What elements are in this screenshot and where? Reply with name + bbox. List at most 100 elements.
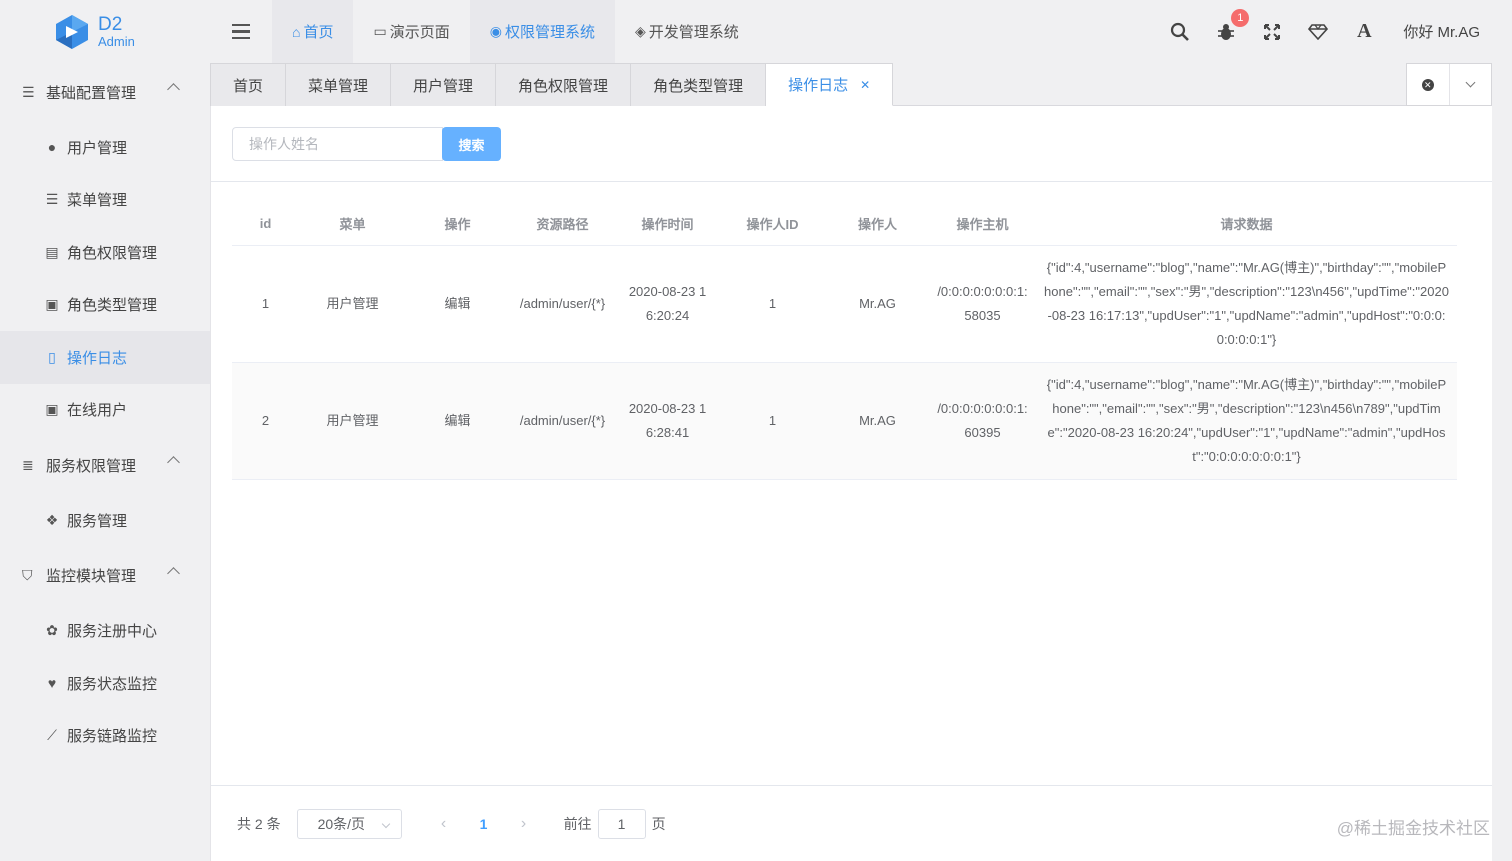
menu-toggle-icon[interactable]: [210, 0, 272, 63]
font-size-icon[interactable]: A: [1353, 20, 1375, 43]
user-icon: ●: [47, 139, 57, 156]
close-circle-icon: ✕: [1421, 78, 1434, 91]
tab-home[interactable]: 首页: [210, 63, 287, 106]
diamond-icon[interactable]: [1307, 21, 1329, 43]
table-cell: /admin/user/{*}: [509, 362, 616, 480]
table-cell: 2: [232, 362, 299, 480]
table-cell: 用户管理: [299, 245, 406, 363]
tab-menu-management[interactable]: 菜单管理: [286, 63, 392, 106]
cubes-icon: ❖: [45, 511, 59, 528]
goto-page-input[interactable]: [597, 808, 646, 839]
goto-prefix: 前往: [563, 815, 592, 832]
tab-label: 角色类型管理: [653, 77, 744, 95]
tab-user-management[interactable]: 用户管理: [391, 63, 497, 106]
table-cell: /0:0:0:0:0:0:0:1:60395: [929, 362, 1036, 480]
table-cell: Mr.AG: [826, 362, 929, 480]
sidebar-item-service-status[interactable]: ♥ 服务状态监控: [0, 657, 210, 710]
tab-label: 菜单管理: [308, 77, 369, 95]
search-bar: 搜索: [211, 106, 1492, 182]
sidebar-group-basic-config[interactable]: ☰ 基础配置管理: [0, 63, 210, 121]
tab-dropdown-button[interactable]: [1448, 64, 1492, 105]
sidebar-item-service-registry[interactable]: ✿ 服务注册中心: [0, 605, 210, 658]
file-icon: ▯: [48, 348, 56, 365]
sidebar: ☰ 基础配置管理 ● 用户管理 ☰ 菜单管理 ▤ 角色权限管理 ▣ 角色类型管理…: [0, 63, 210, 861]
table-cell: 1: [719, 362, 826, 480]
tab-role-permission[interactable]: 角色权限管理: [496, 63, 632, 106]
column-header: 请求数据: [1036, 203, 1457, 246]
tab-operation-log[interactable]: 操作日志 ✕: [766, 63, 894, 106]
top-nav: ⌂ 首页 ▭ 演示页面 ◉ 权限管理系统 ◈ 开发管理系统: [272, 0, 759, 63]
column-header: 菜单: [299, 203, 406, 246]
table-row[interactable]: 1 用户管理 编辑 /admin/user/{*} 2020-08-23 16:…: [232, 245, 1457, 363]
sidebar-group-service-permission[interactable]: ≣ 服务权限管理: [0, 436, 210, 494]
sidebar-item-service-trace[interactable]: ⟋ 服务链路监控: [0, 710, 210, 763]
page-jumper: 前往 页: [563, 808, 666, 839]
close-icon[interactable]: ✕: [860, 78, 870, 92]
tab-label: 首页: [233, 77, 264, 95]
sidebar-item-role-type[interactable]: ▣ 角色类型管理: [0, 279, 210, 332]
shield-icon: ⛉: [22, 567, 33, 583]
table-row[interactable]: 2 用户管理 编辑 /admin/user/{*} 2020-08-23 16:…: [232, 362, 1457, 480]
watermark: @稀土掘金技术社区: [1336, 819, 1490, 838]
folder-icon: ▭: [373, 23, 387, 39]
sidebar-item-online-users[interactable]: ▣ 在线用户: [0, 384, 210, 437]
list-icon: ☰: [22, 83, 35, 100]
list-icon: ☰: [45, 191, 59, 208]
sidebar-item-label: 角色权限管理: [67, 244, 158, 262]
sidebar-item-user-management[interactable]: ● 用户管理: [0, 121, 210, 174]
chevron-up-icon: [167, 456, 180, 469]
prev-page-button[interactable]: ‹: [424, 815, 464, 833]
topnav-permission-label: 权限管理系统: [504, 24, 595, 41]
header: ⌂ 首页 ▭ 演示页面 ◉ 权限管理系统 ◈ 开发管理系统 1 A 你好 Mr.…: [210, 0, 1512, 63]
tab-role-type[interactable]: 角色类型管理: [631, 63, 767, 106]
sidebar-item-menu-management[interactable]: ☰ 菜单管理: [0, 174, 210, 227]
column-header: 资源路径: [509, 203, 616, 246]
table-cell: /admin/user/{*}: [509, 245, 616, 363]
sidebar-item-operation-log[interactable]: ▯ 操作日志: [0, 331, 210, 384]
operator-name-input[interactable]: [232, 127, 443, 161]
search-button[interactable]: 搜索: [442, 127, 501, 161]
sidebar-item-service-management[interactable]: ❖ 服务管理: [0, 494, 210, 547]
bug-icon[interactable]: 1: [1215, 8, 1250, 43]
sidebar-item-label: 服务状态监控: [67, 675, 158, 693]
gem-icon: ◈: [634, 23, 646, 39]
table-header-row: id 菜单 操作 资源路径 操作时间 操作人ID 操作人 操作主机 请求数据: [232, 203, 1457, 246]
fullscreen-icon[interactable]: [1261, 21, 1283, 43]
column-header: 操作主机: [929, 203, 1036, 246]
page-number[interactable]: 1: [464, 816, 504, 832]
column-header: 操作人: [826, 203, 929, 246]
topnav-dev-label: 开发管理系统: [648, 24, 739, 41]
sidebar-item-label: 服务注册中心: [67, 623, 158, 641]
chevron-up-icon: [167, 566, 180, 580]
column-header: id: [232, 203, 299, 246]
user-greeting[interactable]: 你好 Mr.AG: [1403, 21, 1480, 42]
heartbeat-icon: ♥: [47, 675, 57, 692]
table-cell: 2020-08-23 16:28:41: [616, 362, 719, 480]
column-header: 操作人ID: [719, 203, 826, 246]
topnav-demo-label: 演示页面: [389, 24, 450, 41]
topnav-home[interactable]: ⌂ 首页: [272, 0, 354, 63]
table-cell: 用户管理: [299, 362, 406, 480]
search-icon[interactable]: [1169, 21, 1191, 43]
table-cell: 编辑: [406, 245, 509, 363]
page-size-select[interactable]: 20条/页: [296, 808, 402, 839]
pagination: 共 2 条 20条/页 ‹ 1 › 前往 页: [211, 785, 1492, 861]
id-card-icon: ▤: [45, 243, 59, 260]
topnav-permission[interactable]: ◉ 权限管理系统: [469, 0, 615, 63]
topnav-demo[interactable]: ▭ 演示页面: [353, 0, 469, 63]
sidebar-group-monitoring[interactable]: ⛉ 监控模块管理: [0, 547, 210, 605]
table-cell: /0:0:0:0:0:0:0:1:58035: [929, 245, 1036, 363]
close-all-tabs-button[interactable]: ✕: [1407, 64, 1449, 105]
logo[interactable]: D2 Admin: [0, 0, 210, 63]
sidebar-item-label: 服务管理: [67, 512, 128, 530]
sidebar-item-label: 服务链路监控: [67, 728, 158, 746]
table-cell: 编辑: [406, 362, 509, 480]
sidebar-item-label: 在线用户: [67, 402, 128, 420]
topnav-dev[interactable]: ◈ 开发管理系统: [615, 0, 759, 63]
chrome-icon: ◉: [489, 23, 502, 39]
sidebar-item-label: 用户管理: [67, 139, 128, 157]
next-page-button[interactable]: ›: [504, 815, 544, 833]
sidebar-item-role-permission[interactable]: ▤ 角色权限管理: [0, 226, 210, 279]
table-cell: 1: [232, 245, 299, 363]
page-size-value: 20条/页: [317, 815, 366, 832]
